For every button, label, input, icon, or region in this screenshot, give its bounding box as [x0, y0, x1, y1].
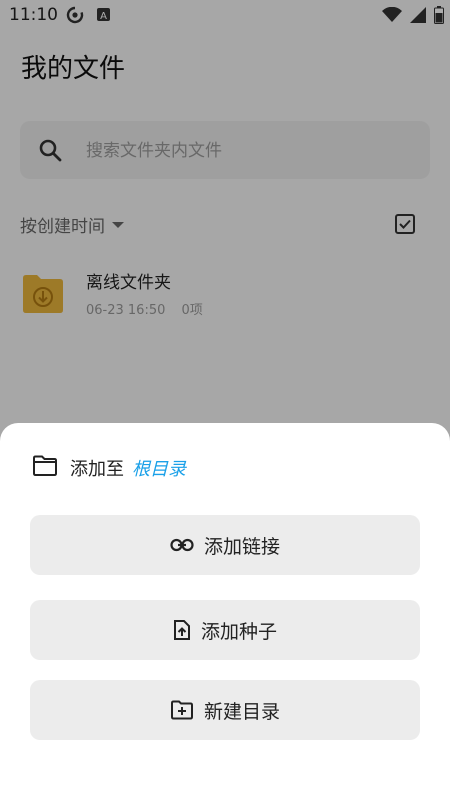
link-icon [170, 538, 194, 552]
new-folder-label: 新建目录 [203, 700, 280, 723]
new-folder-icon [170, 700, 194, 720]
add-torrent-button[interactable]: 添加种子 [30, 600, 420, 660]
new-folder-button[interactable]: 新建目录 [30, 680, 420, 740]
folder-outline-icon [32, 455, 58, 481]
upload-file-icon [173, 619, 191, 641]
add-to-bottom-sheet: 添加至 根目录 添加链接 添加种子 新建目录 [0, 423, 450, 800]
add-link-label: 添加链接 [203, 535, 280, 558]
sheet-header: 添加至 根目录 [32, 455, 186, 481]
add-link-button[interactable]: 添加链接 [30, 515, 420, 575]
target-directory-link[interactable]: 根目录 [132, 455, 186, 481]
sheet-title: 添加至 [70, 459, 124, 480]
add-torrent-label: 添加种子 [200, 620, 277, 643]
